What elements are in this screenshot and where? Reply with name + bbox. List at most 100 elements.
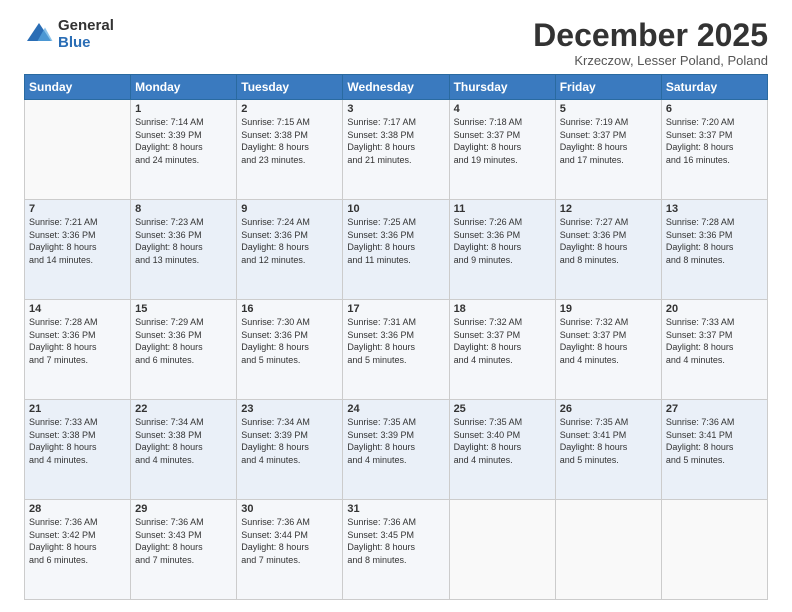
calendar-cell: 9Sunrise: 7:24 AM Sunset: 3:36 PM Daylig… [237, 200, 343, 300]
calendar-cell: 21Sunrise: 7:33 AM Sunset: 3:38 PM Dayli… [25, 400, 131, 500]
day-info: Sunrise: 7:23 AM Sunset: 3:36 PM Dayligh… [135, 216, 232, 266]
calendar: Sunday Monday Tuesday Wednesday Thursday… [24, 74, 768, 600]
location: Krzeczow, Lesser Poland, Poland [533, 53, 768, 68]
day-number: 10 [347, 203, 444, 215]
day-info: Sunrise: 7:17 AM Sunset: 3:38 PM Dayligh… [347, 116, 444, 166]
logo: General Blue [24, 18, 114, 51]
day-info: Sunrise: 7:36 AM Sunset: 3:45 PM Dayligh… [347, 516, 444, 566]
calendar-cell: 30Sunrise: 7:36 AM Sunset: 3:44 PM Dayli… [237, 500, 343, 600]
calendar-cell: 17Sunrise: 7:31 AM Sunset: 3:36 PM Dayli… [343, 300, 449, 400]
calendar-cell: 15Sunrise: 7:29 AM Sunset: 3:36 PM Dayli… [131, 300, 237, 400]
header-thursday: Thursday [449, 75, 555, 100]
day-info: Sunrise: 7:32 AM Sunset: 3:37 PM Dayligh… [454, 316, 551, 366]
calendar-cell: 14Sunrise: 7:28 AM Sunset: 3:36 PM Dayli… [25, 300, 131, 400]
calendar-cell: 16Sunrise: 7:30 AM Sunset: 3:36 PM Dayli… [237, 300, 343, 400]
calendar-cell: 24Sunrise: 7:35 AM Sunset: 3:39 PM Dayli… [343, 400, 449, 500]
calendar-cell: 29Sunrise: 7:36 AM Sunset: 3:43 PM Dayli… [131, 500, 237, 600]
calendar-cell: 8Sunrise: 7:23 AM Sunset: 3:36 PM Daylig… [131, 200, 237, 300]
day-number: 14 [29, 303, 126, 315]
calendar-cell: 7Sunrise: 7:21 AM Sunset: 3:36 PM Daylig… [25, 200, 131, 300]
day-number: 26 [560, 403, 657, 415]
header-wednesday: Wednesday [343, 75, 449, 100]
day-number: 28 [29, 503, 126, 515]
calendar-cell: 1Sunrise: 7:14 AM Sunset: 3:39 PM Daylig… [131, 100, 237, 200]
day-info: Sunrise: 7:18 AM Sunset: 3:37 PM Dayligh… [454, 116, 551, 166]
day-info: Sunrise: 7:25 AM Sunset: 3:36 PM Dayligh… [347, 216, 444, 266]
calendar-cell: 20Sunrise: 7:33 AM Sunset: 3:37 PM Dayli… [661, 300, 767, 400]
calendar-week-1: 1Sunrise: 7:14 AM Sunset: 3:39 PM Daylig… [25, 100, 768, 200]
calendar-cell: 26Sunrise: 7:35 AM Sunset: 3:41 PM Dayli… [555, 400, 661, 500]
calendar-header: Sunday Monday Tuesday Wednesday Thursday… [25, 75, 768, 100]
calendar-cell: 19Sunrise: 7:32 AM Sunset: 3:37 PM Dayli… [555, 300, 661, 400]
day-info: Sunrise: 7:35 AM Sunset: 3:39 PM Dayligh… [347, 416, 444, 466]
day-number: 30 [241, 503, 338, 515]
day-info: Sunrise: 7:31 AM Sunset: 3:36 PM Dayligh… [347, 316, 444, 366]
day-number: 2 [241, 103, 338, 115]
day-info: Sunrise: 7:24 AM Sunset: 3:36 PM Dayligh… [241, 216, 338, 266]
day-number: 29 [135, 503, 232, 515]
day-header-row: Sunday Monday Tuesday Wednesday Thursday… [25, 75, 768, 100]
calendar-cell: 2Sunrise: 7:15 AM Sunset: 3:38 PM Daylig… [237, 100, 343, 200]
header-saturday: Saturday [661, 75, 767, 100]
day-number: 31 [347, 503, 444, 515]
day-info: Sunrise: 7:35 AM Sunset: 3:41 PM Dayligh… [560, 416, 657, 466]
logo-general: General [58, 18, 114, 35]
calendar-cell: 18Sunrise: 7:32 AM Sunset: 3:37 PM Dayli… [449, 300, 555, 400]
day-info: Sunrise: 7:19 AM Sunset: 3:37 PM Dayligh… [560, 116, 657, 166]
calendar-cell: 3Sunrise: 7:17 AM Sunset: 3:38 PM Daylig… [343, 100, 449, 200]
calendar-cell: 10Sunrise: 7:25 AM Sunset: 3:36 PM Dayli… [343, 200, 449, 300]
calendar-cell [25, 100, 131, 200]
calendar-cell: 22Sunrise: 7:34 AM Sunset: 3:38 PM Dayli… [131, 400, 237, 500]
day-number: 19 [560, 303, 657, 315]
day-number: 5 [560, 103, 657, 115]
calendar-cell: 27Sunrise: 7:36 AM Sunset: 3:41 PM Dayli… [661, 400, 767, 500]
day-number: 20 [666, 303, 763, 315]
day-info: Sunrise: 7:28 AM Sunset: 3:36 PM Dayligh… [29, 316, 126, 366]
day-info: Sunrise: 7:33 AM Sunset: 3:37 PM Dayligh… [666, 316, 763, 366]
calendar-cell: 6Sunrise: 7:20 AM Sunset: 3:37 PM Daylig… [661, 100, 767, 200]
calendar-week-3: 14Sunrise: 7:28 AM Sunset: 3:36 PM Dayli… [25, 300, 768, 400]
day-info: Sunrise: 7:21 AM Sunset: 3:36 PM Dayligh… [29, 216, 126, 266]
day-info: Sunrise: 7:26 AM Sunset: 3:36 PM Dayligh… [454, 216, 551, 266]
title-area: December 2025 Krzeczow, Lesser Poland, P… [533, 18, 768, 68]
header-friday: Friday [555, 75, 661, 100]
day-number: 21 [29, 403, 126, 415]
calendar-cell: 5Sunrise: 7:19 AM Sunset: 3:37 PM Daylig… [555, 100, 661, 200]
calendar-week-5: 28Sunrise: 7:36 AM Sunset: 3:42 PM Dayli… [25, 500, 768, 600]
day-number: 13 [666, 203, 763, 215]
day-number: 24 [347, 403, 444, 415]
calendar-cell: 4Sunrise: 7:18 AM Sunset: 3:37 PM Daylig… [449, 100, 555, 200]
day-info: Sunrise: 7:32 AM Sunset: 3:37 PM Dayligh… [560, 316, 657, 366]
calendar-week-2: 7Sunrise: 7:21 AM Sunset: 3:36 PM Daylig… [25, 200, 768, 300]
header-sunday: Sunday [25, 75, 131, 100]
logo-text: General Blue [58, 18, 114, 51]
day-info: Sunrise: 7:15 AM Sunset: 3:38 PM Dayligh… [241, 116, 338, 166]
calendar-week-4: 21Sunrise: 7:33 AM Sunset: 3:38 PM Dayli… [25, 400, 768, 500]
calendar-cell [661, 500, 767, 600]
header-monday: Monday [131, 75, 237, 100]
calendar-cell: 13Sunrise: 7:28 AM Sunset: 3:36 PM Dayli… [661, 200, 767, 300]
day-number: 18 [454, 303, 551, 315]
day-info: Sunrise: 7:27 AM Sunset: 3:36 PM Dayligh… [560, 216, 657, 266]
calendar-cell: 31Sunrise: 7:36 AM Sunset: 3:45 PM Dayli… [343, 500, 449, 600]
header-tuesday: Tuesday [237, 75, 343, 100]
day-info: Sunrise: 7:14 AM Sunset: 3:39 PM Dayligh… [135, 116, 232, 166]
calendar-cell: 11Sunrise: 7:26 AM Sunset: 3:36 PM Dayli… [449, 200, 555, 300]
day-number: 1 [135, 103, 232, 115]
day-info: Sunrise: 7:34 AM Sunset: 3:38 PM Dayligh… [135, 416, 232, 466]
day-number: 17 [347, 303, 444, 315]
page: General Blue December 2025 Krzeczow, Les… [0, 0, 792, 612]
day-number: 7 [29, 203, 126, 215]
day-number: 15 [135, 303, 232, 315]
day-info: Sunrise: 7:30 AM Sunset: 3:36 PM Dayligh… [241, 316, 338, 366]
day-number: 3 [347, 103, 444, 115]
day-number: 27 [666, 403, 763, 415]
calendar-cell: 12Sunrise: 7:27 AM Sunset: 3:36 PM Dayli… [555, 200, 661, 300]
logo-icon [24, 20, 54, 50]
calendar-body: 1Sunrise: 7:14 AM Sunset: 3:39 PM Daylig… [25, 100, 768, 600]
calendar-cell: 25Sunrise: 7:35 AM Sunset: 3:40 PM Dayli… [449, 400, 555, 500]
day-info: Sunrise: 7:35 AM Sunset: 3:40 PM Dayligh… [454, 416, 551, 466]
day-info: Sunrise: 7:29 AM Sunset: 3:36 PM Dayligh… [135, 316, 232, 366]
day-number: 25 [454, 403, 551, 415]
calendar-cell: 28Sunrise: 7:36 AM Sunset: 3:42 PM Dayli… [25, 500, 131, 600]
